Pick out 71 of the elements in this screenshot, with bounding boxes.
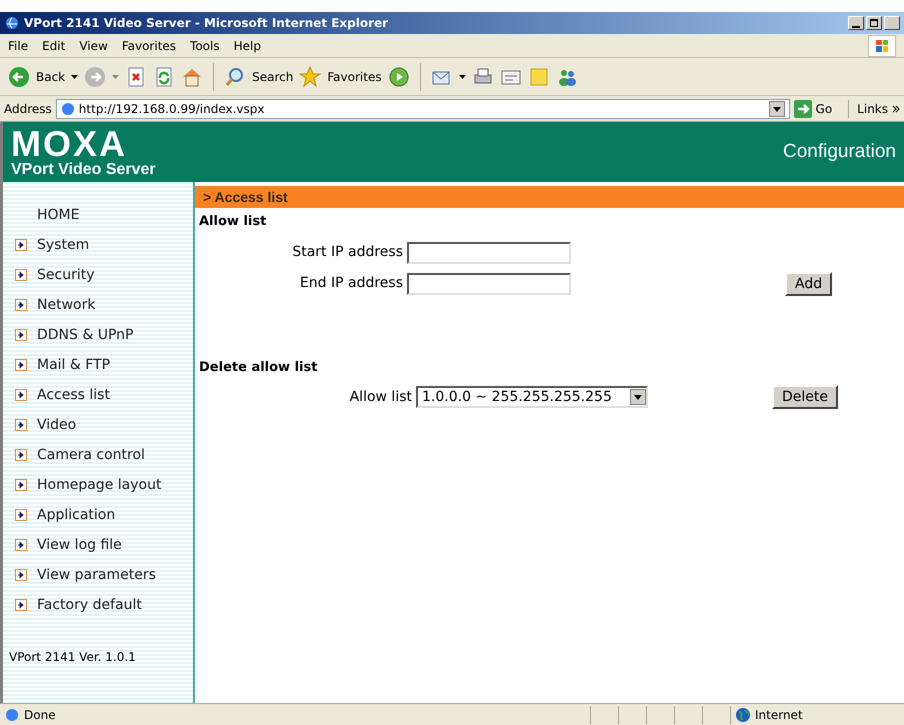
favorites-button[interactable]: Favorites xyxy=(327,68,382,86)
section-heading: Delete allow list xyxy=(198,358,318,376)
arrow-icon xyxy=(15,389,27,401)
star-icon[interactable] xyxy=(299,66,322,88)
menu-item[interactable]: View xyxy=(79,36,108,54)
sidebar-link[interactable]: HOME xyxy=(37,204,80,226)
page-icon xyxy=(60,102,75,116)
sidebar-link[interactable]: Network xyxy=(37,294,96,316)
go-button[interactable]: Go xyxy=(816,100,832,118)
logo: MOXA xyxy=(11,126,127,162)
version-text: VPort 2141 Ver. 1.0.1 xyxy=(8,649,137,666)
arrow-icon xyxy=(15,239,27,251)
input-field[interactable] xyxy=(407,272,571,294)
maximize-button[interactable] xyxy=(866,16,882,30)
minimize-button[interactable] xyxy=(848,16,864,30)
menu-item[interactable]: Tools xyxy=(190,36,220,54)
sidebar-link[interactable]: System xyxy=(37,234,90,256)
address-label: Address xyxy=(4,100,52,118)
address-field[interactable]: http://192.168.0.99/index.vspx xyxy=(56,98,790,118)
zone-text: Internet xyxy=(755,706,803,724)
arrow-icon xyxy=(15,269,27,281)
back-icon[interactable] xyxy=(8,66,30,88)
menu-item[interactable]: File xyxy=(8,36,28,54)
search-button[interactable]: Search xyxy=(252,68,294,86)
caret-icon[interactable] xyxy=(458,74,466,78)
arrow-icon xyxy=(15,419,27,431)
arrow-icon xyxy=(15,509,27,521)
field-label: Allow list xyxy=(348,388,413,406)
sidebar-link[interactable]: Factory default xyxy=(37,594,142,616)
window-title: VPort 2141 Video Server - Microsoft Internet Explorer xyxy=(24,15,388,32)
caret-icon[interactable] xyxy=(71,74,78,78)
menu-item[interactable]: Edit xyxy=(42,36,66,54)
sidebar-link[interactable]: Video xyxy=(37,414,76,436)
field-label: Start IP address xyxy=(291,243,404,262)
browser-icon xyxy=(4,15,20,31)
sidebar-link[interactable]: View log file xyxy=(37,534,122,556)
menu-item[interactable]: Favorites xyxy=(122,36,176,54)
arrow-icon xyxy=(15,449,27,461)
links-button[interactable]: Links xyxy=(848,100,888,118)
globe-icon xyxy=(735,706,751,722)
field-label: End IP address xyxy=(298,274,404,293)
sidebar-link[interactable]: Access list xyxy=(37,384,110,406)
sidebar-link[interactable]: Application xyxy=(37,504,116,526)
sidebar-link[interactable]: Mail & FTP xyxy=(37,354,110,376)
close-button[interactable] xyxy=(884,16,900,30)
arrow-icon xyxy=(15,599,27,611)
input-field[interactable] xyxy=(407,242,571,264)
arrow-icon xyxy=(15,299,27,311)
delete-button[interactable]: Delete xyxy=(772,385,838,409)
page-title: Configuration xyxy=(782,140,896,164)
arrow-icon xyxy=(15,569,27,581)
arrow-icon xyxy=(15,359,27,371)
menu-item[interactable]: Help xyxy=(234,36,261,54)
page-icon xyxy=(4,706,20,722)
add-button[interactable]: Add xyxy=(785,272,832,296)
section-heading: Allow list xyxy=(198,213,268,231)
arrow-icon xyxy=(15,539,27,551)
breadcrumb-bar: > Access list xyxy=(195,186,904,208)
chevron-icon[interactable] xyxy=(892,104,900,112)
sidebar-link[interactable]: Camera control xyxy=(37,444,145,466)
sidebar-link[interactable]: Security xyxy=(37,264,94,286)
allow-list-dropdown[interactable]: 1.0.0.0 ~ 255.255.255.255 xyxy=(416,386,648,408)
arrow-icon xyxy=(15,329,27,341)
sidebar-link[interactable]: View parameters xyxy=(37,564,156,586)
back-button[interactable]: Back xyxy=(36,68,66,86)
media-icon[interactable] xyxy=(388,66,410,88)
arrow-icon xyxy=(15,479,27,491)
status-text: Done xyxy=(24,706,57,724)
sidebar-link[interactable]: DDNS & UPnP xyxy=(37,324,134,346)
logo-subtitle: VPort Video Server xyxy=(11,162,156,178)
sidebar-link[interactable]: Homepage layout xyxy=(37,474,162,496)
